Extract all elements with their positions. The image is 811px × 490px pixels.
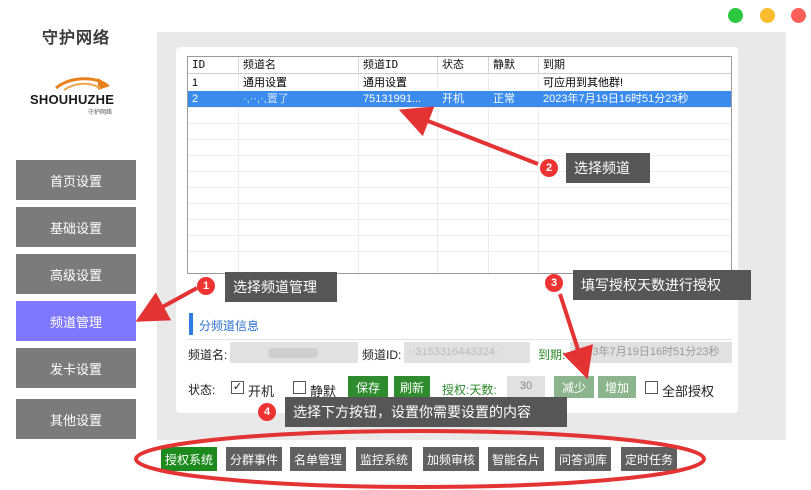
sidebar-item-channel-manage[interactable]: 频道管理 [16,301,136,341]
cell-channel-id: 75131991... [363,93,422,105]
grid-line [188,251,731,252]
cell-id: 1 [192,77,199,89]
channel-table[interactable]: ID 频道名 频道ID 状态 静默 到期 1 通用设置 通用设置 可应用到其他群… [187,56,732,274]
cell-expiry: 2023年7月19日16时51分23秒 [543,93,689,105]
tab-group-events[interactable]: 分群事件 [226,447,282,471]
tab-scheduled-tasks[interactable]: 定时任务 [621,447,677,471]
cell-id: 2 [192,93,199,105]
increase-button[interactable]: 增加 [598,376,636,398]
decrease-button[interactable]: 减少 [554,376,594,398]
sidebar-item-other[interactable]: 其他设置 [16,399,136,439]
callout-badge-2: 2 [540,159,558,177]
maximize-dot-icon[interactable] [728,8,743,23]
grid-line [188,187,731,188]
expiry-field[interactable]: 2023年7月19日16时51分23秒 [570,342,732,363]
callout-badge-1: 1 [197,277,215,295]
cell-expiry: 可应用到其他群! [543,77,624,89]
cell-name: 通用设置 [243,77,287,89]
column-header-status[interactable]: 状态 [438,57,489,73]
logo-subtext: 守护网络 [88,110,113,116]
callout-badge-3: 3 [545,274,563,292]
minimize-dot-icon[interactable] [760,8,775,23]
column-header-expiry[interactable]: 到期 [539,57,731,73]
status-label: 状态: [188,383,216,397]
auth-days-input[interactable]: 30 [507,376,545,397]
channel-name-label: 频道名: [188,348,228,362]
refresh-button[interactable]: 刷新 [394,376,430,398]
redaction-blur [268,348,318,358]
tab-list-manage[interactable]: 名单管理 [290,447,346,471]
column-header-id[interactable]: ID [188,57,239,73]
close-dot-icon[interactable] [791,8,806,23]
cell-status [438,75,489,91]
table-header: ID 频道名 频道ID 状态 静默 到期 [188,57,731,74]
callout-3: 填写授权天数进行授权 [573,270,751,300]
grid-line [188,235,731,236]
channel-id-field[interactable]: ··3153316443324· [404,342,530,363]
grid-line [188,139,731,140]
callout-1: 选择频道管理 [225,272,337,302]
save-button[interactable]: 保存 [348,376,388,398]
tab-join-review[interactable]: 加频审核 [423,447,479,471]
section-divider [187,339,732,340]
grid-line [188,123,731,124]
tab-auth-system[interactable]: 授权系统 [161,447,217,471]
cell-silent [489,75,539,91]
grid-line [188,203,731,204]
logo-text: SHOUHUZHE [30,92,115,107]
silent-checkbox[interactable] [293,381,306,394]
auth-all-checkbox[interactable] [645,381,658,394]
expiry-label: 到期: [538,348,566,362]
sidebar-item-card[interactable]: 发卡设置 [16,348,136,388]
app-window: 守护网络 SHOUHUZHE 守护网络 首页设置 基础设置 高级设置 频道管理 … [0,0,811,490]
section-accent-bar [189,313,193,335]
column-header-channel-id[interactable]: 频道ID [359,57,438,73]
cell-silent: 正常 [493,93,515,105]
sidebar-item-basic[interactable]: 基础设置 [16,207,136,247]
auth-all-label: 全部授权 [662,384,715,399]
sidebar-item-home[interactable]: 首页设置 [16,160,136,200]
column-header-name[interactable]: 频道名 [239,57,359,73]
column-header-silent[interactable]: 静默 [489,57,539,73]
callout-badge-4: 4 [258,403,276,421]
callout-4: 选择下方按钮，设置你需要设置的内容 [285,397,567,427]
cell-channel-id: 通用设置 [363,77,407,89]
channel-id-label: 频道ID: [362,348,402,362]
table-row[interactable]: 1 通用设置 通用设置 可应用到其他群! [188,75,731,91]
grid-line [188,219,731,220]
power-on-label: 开机 [248,384,275,399]
power-on-checkbox[interactable]: ✓ [231,381,244,394]
tab-smart-card[interactable]: 智能名片 [488,447,544,471]
section-title: 分频道信息 [199,319,260,333]
auth-days-label: 授权:天数: [442,383,497,397]
grid-line [188,107,731,108]
tab-monitor-system[interactable]: 监控系统 [356,447,412,471]
sidebar-item-advanced[interactable]: 高级设置 [16,254,136,294]
callout-2: 选择频道 [566,153,650,183]
tab-qa-library[interactable]: 问答词库 [555,447,611,471]
cell-status: 开机 [442,93,464,105]
logo: SHOUHUZHE 守护网络 [26,74,130,118]
table-row-selected[interactable]: 2 ·,··,·,置了 75131991... 开机 正常 2023年7月19日… [188,91,731,107]
channel-name-field[interactable] [230,342,358,363]
cell-name: ·,··,·,置了 [243,93,289,105]
app-title: 守护网络 [42,30,111,47]
